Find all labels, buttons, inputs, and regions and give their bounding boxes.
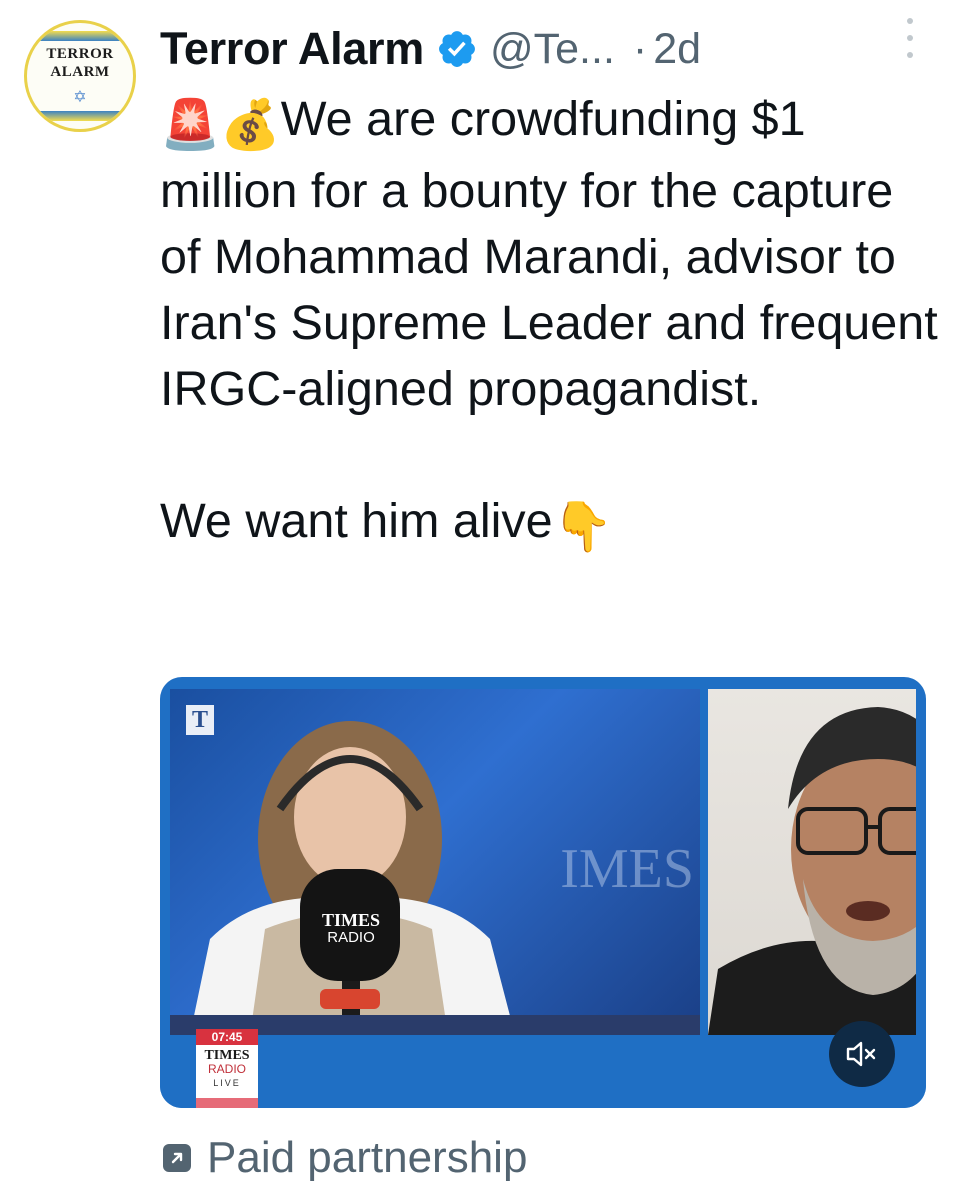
police-light-emoji: 🚨 xyxy=(160,98,221,152)
live-badge: 07:45 TIMES RADIO LIVE xyxy=(196,1029,258,1108)
video-right-panel-guest xyxy=(708,689,916,1035)
paid-partnership[interactable]: Paid partnership xyxy=(163,1130,527,1186)
timestamp[interactable]: 2d xyxy=(653,25,701,74)
verified-badge-icon xyxy=(439,31,475,67)
avatar-logo-line2: ALARM xyxy=(50,64,110,80)
star-of-david-icon: ✡ xyxy=(73,89,87,106)
tweet-text: 🚨💰We are crowdfunding $1 million for a b… xyxy=(160,86,940,560)
tweet-paragraph-1: 🚨💰We are crowdfunding $1 million for a b… xyxy=(160,86,940,422)
avatar[interactable]: TERROR ALARM ✡ xyxy=(24,20,136,132)
separator-dot: · xyxy=(632,24,648,73)
pointing-down-emoji: 👇 xyxy=(552,500,614,554)
tweet-second-text: We want him alive xyxy=(160,494,553,548)
live-stripe xyxy=(196,1098,258,1108)
tweet[interactable]: TERROR ALARM ✡ Terror Alarm @Te... · 2d … xyxy=(0,0,957,1199)
video-lower-bar xyxy=(160,1035,926,1108)
speaker-muted-icon xyxy=(846,1041,876,1067)
avatar-band-bottom xyxy=(27,111,133,121)
video-left-panel-host: T IMES TIMES RADIO xyxy=(170,689,700,1035)
mic-text-line1: TIMES xyxy=(321,910,381,930)
tweet-header: Terror Alarm @Te... · 2d xyxy=(160,14,937,84)
display-name[interactable]: Terror Alarm xyxy=(160,23,424,75)
video-player[interactable]: T IMES TIMES RADIO 07:45 TIMES RADIO LIV… xyxy=(160,677,926,1108)
avatar-logo: TERROR ALARM xyxy=(27,45,133,81)
host-figure-illustration xyxy=(170,721,700,1035)
external-arrow-icon xyxy=(163,1144,191,1172)
paid-partnership-label: Paid partnership xyxy=(207,1133,528,1182)
mic-branding: TIMES RADIO xyxy=(316,911,386,947)
live-time: 07:45 xyxy=(196,1029,258,1045)
tweet-paragraph-2: We want him alive👇 xyxy=(160,488,940,560)
avatar-logo-line1: TERROR xyxy=(46,46,114,62)
guest-figure-illustration xyxy=(708,707,916,1035)
live-radio-text: RADIO xyxy=(207,1062,246,1076)
money-bag-emoji: 💰 xyxy=(220,98,281,152)
unmute-button[interactable] xyxy=(829,1021,895,1087)
live-label: LIVE xyxy=(213,1078,241,1088)
mic-text-line2: RADIO xyxy=(327,929,375,946)
avatar-band-top xyxy=(27,31,133,41)
live-times-text: TIMES xyxy=(204,1048,250,1063)
more-options-icon[interactable] xyxy=(905,18,915,58)
handle[interactable]: @Te... xyxy=(490,25,615,74)
